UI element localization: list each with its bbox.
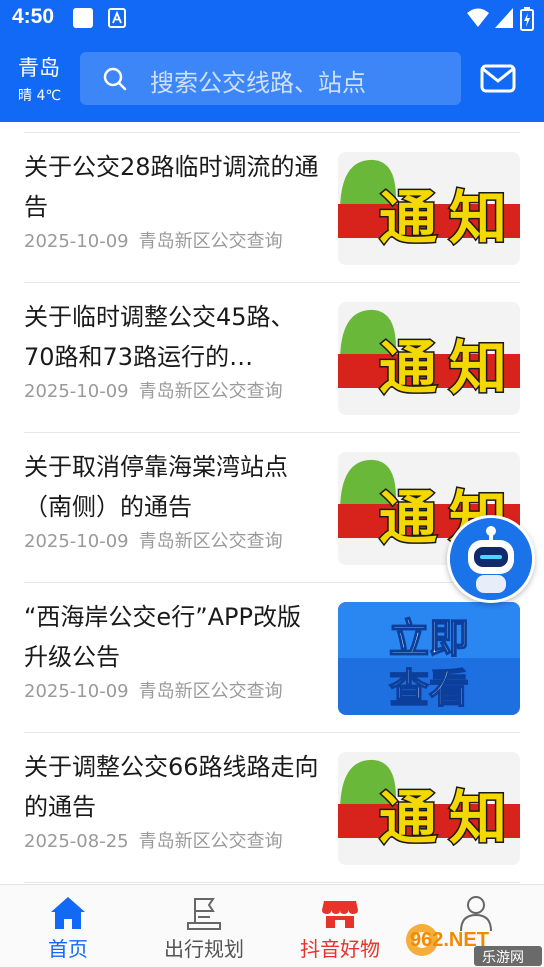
thumb-char-2: 知 [449,334,507,402]
thumb-char-1: 通 [379,784,437,852]
tab-home[interactable]: 首页 [0,885,136,967]
news-date: 2025-10-09 [24,231,129,252]
shop-icon [322,901,358,928]
thumb-char-2: 知 [449,784,507,852]
app-notification-icon [108,8,126,28]
thumb-text-line2: 查看 [389,666,469,712]
weather-label: 晴 4℃ [18,88,62,104]
news-date: 2025-08-25 [24,831,129,852]
news-source: 青岛新区公交查询 [138,681,283,702]
divider [24,882,520,883]
status-bar: 4:50 [0,0,544,36]
news-meta: 2025-10-09 青岛新区公交查询 [24,677,283,703]
tab-douyin-goods-label: 抖音好物 [300,937,380,961]
news-item[interactable]: 关于临时调整公交45路、70路和73路运行的… 2025-10-09 青岛新区公交查… [24,283,520,433]
watermark-site: 乐游网 [482,950,524,966]
search-bar[interactable]: 搜索公交线路、站点 [80,52,461,105]
news-date: 2025-10-09 [24,381,129,402]
news-title: 关于调整公交66路线路走向的通告 [24,753,319,821]
cell-signal-icon [495,8,513,28]
route-flag-icon [187,898,221,930]
news-item[interactable]: “西海岸公交e行”APP改版升级公告 2025-10-09 青岛新区公交查询 立即 查看 [24,583,520,733]
wifi-icon [467,8,489,27]
robot-assistant-button[interactable] [447,515,535,603]
tab-trip-planning-label: 出行规划 [164,937,244,961]
mail-icon[interactable] [480,64,516,94]
news-item[interactable]: 关于取消停靠海棠湾站点（南侧）的通告2025-10-09青岛新区公交查询通知 [24,433,520,583]
thumb-char-1: 通 [379,484,437,552]
app-header: 青岛 晴 4℃ 搜索公交线路、站点 [0,36,544,122]
news-meta: 2025-10-09 青岛新区公交查询 [24,227,283,253]
tab-trip-planning[interactable]: 出行规划 [136,885,272,967]
news-source: 青岛新区公交查询 [138,531,283,552]
news-item[interactable]: 关于调整公交66路线路走向的通告 2025-08-25 青岛新区公交查询 通知 [24,733,520,883]
search-icon [103,67,127,91]
home-icon [51,897,85,929]
news-list[interactable]: 关于公交28路临时调流的通告 2025-10-09 青岛新区公交查询通知关于临时调整… [0,122,544,884]
news-thumbnail-notice: 通知 [338,302,520,415]
news-title: 关于临时调整公交45路、70路和73路运行的… [24,303,295,371]
news-title: “西海岸公交e行”APP改版升级公告 [24,603,301,671]
news-title: 关于公交28路临时调流的通告 [24,153,319,221]
search-placeholder: 搜索公交线路、站点 [150,69,366,97]
thumb-char-1: 通 [379,184,437,252]
news-thumbnail-view-now: 立即 查看 [338,602,520,715]
news-source: 青岛新区公交查询 [138,381,283,402]
news-thumbnail-notice: 通知 [338,152,520,265]
news-item[interactable]: 关于公交28路临时调流的通告 2025-10-09 青岛新区公交查询 通知 [24,133,520,283]
city-selector[interactable]: 青岛 [18,52,60,82]
robot-icon [450,518,532,600]
news-meta: 2025-08-25 青岛新区公交查询 [24,827,283,853]
news-date: 2025-10-09 [24,681,129,702]
site-watermark: 962.NET 乐游网 [406,924,542,966]
news-thumbnail-notice: 通知 [338,752,520,865]
thumb-char-1: 通 [379,334,437,402]
tab-home-label: 首页 [48,937,88,961]
status-time: 4:50 [12,5,55,28]
news-title: 关于取消停靠海棠湾站点（南侧）的通告 [24,453,288,521]
news-meta: 2025-10-09 青岛新区公交查询 [24,377,283,403]
thumb-text-line1: 立即 [389,616,469,662]
battery-icon [520,7,534,31]
tab-douyin-goods[interactable]: 抖音好物 [272,885,408,967]
news-source: 青岛新区公交查询 [138,831,283,852]
news-meta: 2025-10-09 青岛新区公交查询 [24,527,283,553]
thumb-char-2: 知 [449,184,507,252]
notification-square-icon [73,8,93,28]
news-date: 2025-10-09 [24,531,129,552]
news-source: 青岛新区公交查询 [138,231,283,252]
